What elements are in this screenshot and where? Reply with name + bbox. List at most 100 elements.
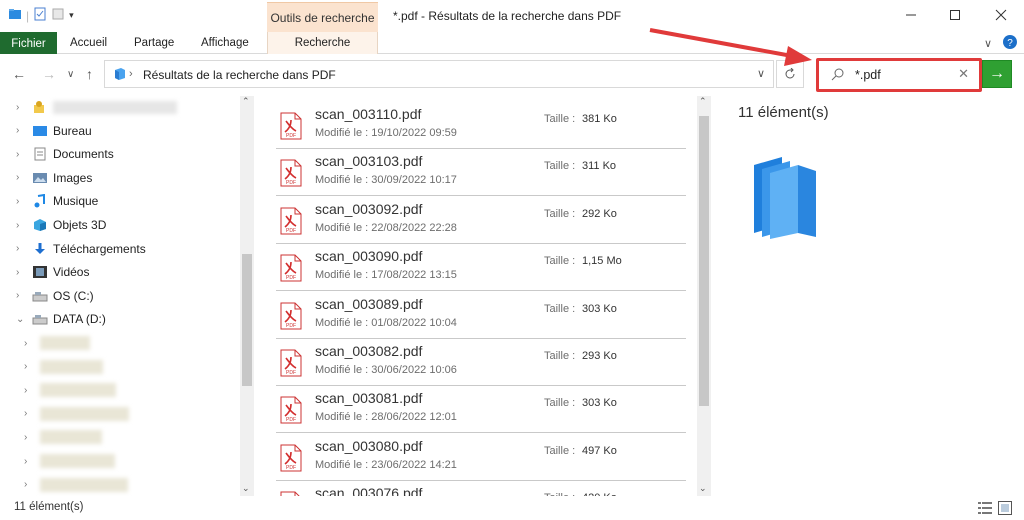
file-row[interactable]: PDF scan_003082.pdf Modifié le : 30/06/202… bbox=[276, 339, 686, 386]
sidebar-subfolder[interactable]: › bbox=[0, 426, 240, 448]
tab-recherche[interactable]: Recherche bbox=[267, 32, 378, 54]
chevron-right-icon[interactable]: › bbox=[16, 102, 19, 113]
desktop-icon bbox=[32, 124, 48, 138]
file-modified: Modifié le : 30/06/2022 10:06 bbox=[315, 364, 457, 376]
pdf-file-icon: PDF bbox=[280, 349, 302, 377]
sidebar-item-label: Bureau bbox=[53, 123, 92, 138]
chevron-right-icon[interactable]: › bbox=[24, 408, 27, 419]
file-list-scrollbar[interactable]: ⌃ ⌄ bbox=[697, 96, 711, 496]
file-row[interactable]: PDF scan_003103.pdf Modifié le : 30/09/202… bbox=[276, 149, 686, 197]
close-button[interactable] bbox=[978, 0, 1024, 30]
refresh-button[interactable] bbox=[776, 60, 804, 88]
tab-affichage[interactable]: Affichage bbox=[201, 32, 249, 54]
file-row[interactable]: PDF scan_003080.pdf Modifié le : 23/06/202… bbox=[276, 434, 686, 481]
sidebar-subfolder[interactable]: › bbox=[0, 450, 240, 472]
breadcrumb[interactable]: Résultats de la recherche dans PDF bbox=[143, 68, 336, 82]
address-bar[interactable]: › Résultats de la recherche dans PDF ∨ bbox=[104, 60, 774, 88]
file-name: scan_003076.pdf bbox=[315, 485, 423, 496]
file-list-scroll-thumb[interactable] bbox=[699, 116, 709, 406]
file-size-label: Taille : bbox=[544, 397, 576, 410]
tab-partage[interactable]: Partage bbox=[134, 32, 174, 54]
window-title: *.pdf - Résultats de la recherche dans P… bbox=[393, 9, 622, 23]
search-box[interactable]: ✕ bbox=[816, 58, 982, 92]
chevron-right-icon[interactable]: › bbox=[24, 361, 27, 372]
file-row[interactable]: PDF scan_003110.pdf Modifié le : 19/10/202… bbox=[276, 102, 686, 149]
file-name: scan_003080.pdf bbox=[315, 437, 423, 454]
large-icons-view-icon[interactable] bbox=[998, 501, 1012, 518]
forward-arrow-icon[interactable]: → bbox=[42, 66, 56, 82]
file-modified: Modifié le : 30/09/2022 10:17 bbox=[315, 174, 457, 187]
chevron-right-icon[interactable]: › bbox=[16, 125, 19, 136]
file-row[interactable]: PDF scan_003089.pdf Modifié le : 01/08/202… bbox=[276, 292, 686, 339]
tab-accueil[interactable]: Accueil bbox=[70, 32, 107, 54]
sidebar-subfolder[interactable]: › bbox=[0, 356, 240, 378]
clear-search-icon[interactable]: ✕ bbox=[958, 66, 969, 82]
sidebar-item[interactable]: › Documents bbox=[0, 143, 240, 165]
pdf-file-icon: PDF bbox=[280, 159, 302, 187]
address-dropdown-icon[interactable]: ∨ bbox=[757, 67, 765, 80]
sidebar-item[interactable]: › Musique bbox=[0, 190, 240, 212]
search-go-button[interactable]: → bbox=[982, 60, 1012, 88]
search-input[interactable] bbox=[855, 66, 955, 84]
sidebar-item[interactable]: › Vidéos bbox=[0, 261, 240, 283]
file-row[interactable]: PDF scan_003076.pdf Taille : 420 Ko bbox=[276, 481, 686, 496]
sidebar-item[interactable]: › OS (C:) bbox=[0, 285, 240, 307]
sidebar-item[interactable]: › Images bbox=[0, 167, 240, 189]
file-size: 497 Ko bbox=[582, 444, 617, 457]
help-icon[interactable]: ? bbox=[1002, 34, 1018, 53]
details-view-icon[interactable] bbox=[978, 502, 992, 517]
quick-access-toolbar: | ▾ bbox=[8, 7, 74, 24]
expand-ribbon-icon[interactable]: ∨ bbox=[984, 37, 992, 50]
details-pane: 11 élément(s) bbox=[738, 104, 829, 242]
pdf-file-icon: PDF bbox=[280, 491, 302, 496]
chevron-right-icon[interactable]: › bbox=[24, 432, 27, 443]
scroll-down-icon[interactable]: ⌄ bbox=[242, 483, 250, 494]
sidebar-subfolder[interactable]: › bbox=[0, 474, 240, 496]
chevron-right-icon[interactable]: › bbox=[16, 290, 19, 301]
sidebar-item[interactable]: › bbox=[0, 96, 240, 118]
sidebar-item[interactable]: › Téléchargements bbox=[0, 238, 240, 260]
chevron-right-icon[interactable]: › bbox=[16, 267, 19, 278]
scroll-down-icon[interactable]: ⌄ bbox=[699, 483, 707, 494]
chevron-right-icon[interactable]: › bbox=[24, 456, 27, 467]
sidebar-subfolder[interactable]: › bbox=[0, 332, 240, 354]
chevron-right-icon[interactable]: › bbox=[16, 243, 19, 254]
file-row[interactable]: PDF scan_003092.pdf Modifié le : 22/08/202… bbox=[276, 197, 686, 244]
new-folder-icon[interactable] bbox=[51, 7, 65, 24]
chevron-right-icon[interactable]: › bbox=[16, 220, 19, 231]
back-arrow-icon[interactable]: ← bbox=[12, 66, 26, 82]
maximize-button[interactable] bbox=[932, 0, 978, 30]
up-arrow-icon[interactable]: ↑ bbox=[86, 66, 93, 82]
file-row[interactable]: PDF scan_003081.pdf Modifié le : 28/06/202… bbox=[276, 386, 686, 434]
minimize-button[interactable] bbox=[888, 0, 934, 30]
sidebar-scrollbar[interactable]: ⌃ ⌄ bbox=[240, 96, 254, 496]
scroll-up-icon[interactable]: ⌃ bbox=[699, 96, 707, 107]
chevron-right-icon[interactable]: › bbox=[16, 172, 19, 183]
chevron-right-icon[interactable]: › bbox=[24, 385, 27, 396]
pdf-file-icon: PDF bbox=[280, 254, 302, 282]
properties-icon[interactable] bbox=[33, 7, 47, 24]
scroll-up-icon[interactable]: ⌃ bbox=[242, 96, 250, 107]
recent-locations-chevron-icon[interactable]: ∨ bbox=[67, 69, 74, 80]
sidebar-subfolder[interactable]: › bbox=[0, 379, 240, 401]
customize-toolbar-icon[interactable]: ▾ bbox=[69, 10, 74, 21]
redacted-folder bbox=[40, 430, 102, 445]
file-size-label: Taille : bbox=[544, 207, 576, 220]
sidebar-subfolder[interactable]: › bbox=[0, 403, 240, 425]
chevron-right-icon[interactable]: › bbox=[24, 479, 27, 490]
file-row[interactable]: PDF scan_003090.pdf Modifié le : 17/08/202… bbox=[276, 244, 686, 292]
sidebar-scroll-thumb[interactable] bbox=[242, 254, 252, 386]
file-size: 311 Ko bbox=[582, 160, 617, 173]
status-text: 11 élément(s) bbox=[14, 501, 84, 513]
title-bar: | ▾ Outils de recherche *.pdf - Résultat… bbox=[0, 0, 1024, 32]
chevron-right-icon[interactable]: › bbox=[16, 149, 19, 160]
file-name: scan_003110.pdf bbox=[315, 106, 422, 122]
sidebar-item[interactable]: › Objets 3D bbox=[0, 214, 240, 236]
chevron-right-icon[interactable]: › bbox=[16, 196, 19, 207]
chevron-right-icon[interactable]: › bbox=[24, 338, 27, 349]
sidebar-item[interactable]: › Bureau bbox=[0, 120, 240, 142]
tab-fichier[interactable]: Fichier bbox=[0, 32, 57, 54]
sidebar-item-label: Musique bbox=[53, 194, 99, 209]
chevron-down-icon[interactable]: ⌄ bbox=[16, 314, 24, 325]
sidebar-item[interactable]: ⌄ DATA (D:) bbox=[0, 308, 240, 330]
